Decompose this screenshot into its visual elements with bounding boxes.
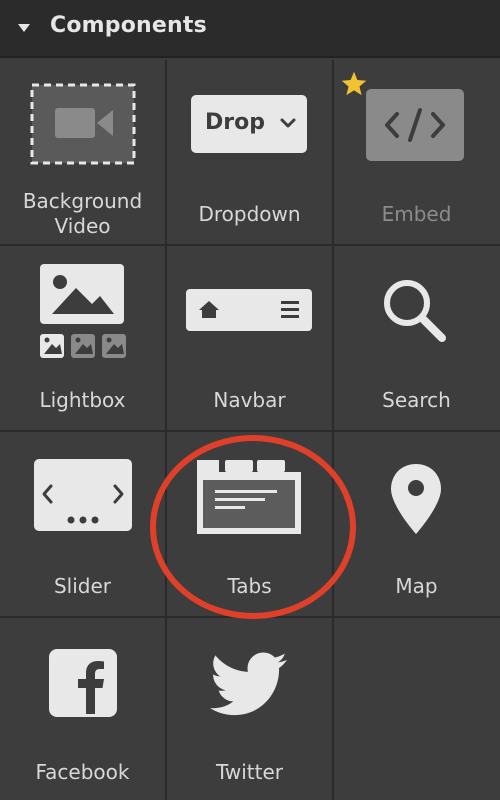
components-grid: Background Video Drop Dropdown Embed Lig… bbox=[0, 60, 500, 800]
component-background-video[interactable]: Background Video bbox=[0, 60, 165, 244]
component-dropdown[interactable]: Drop Dropdown bbox=[167, 60, 332, 244]
component-label: Twitter bbox=[215, 760, 284, 784]
component-label: Facebook bbox=[35, 760, 130, 784]
tabs-icon bbox=[197, 460, 301, 534]
navbar-icon bbox=[186, 289, 312, 331]
caret-down-icon bbox=[18, 24, 30, 32]
slider-icon bbox=[34, 459, 132, 531]
twitter-icon bbox=[209, 652, 287, 716]
component-lightbox[interactable]: Lightbox bbox=[0, 246, 165, 430]
facebook-icon bbox=[49, 649, 117, 717]
component-facebook[interactable]: Facebook bbox=[0, 618, 165, 800]
component-tabs[interactable]: Tabs bbox=[167, 432, 332, 616]
component-map[interactable]: Map bbox=[334, 432, 499, 616]
component-label: Dropdown bbox=[198, 202, 301, 226]
panel-title: Components bbox=[50, 13, 207, 38]
code-icon bbox=[366, 89, 464, 161]
dropdown-icon-text: Drop bbox=[205, 110, 265, 135]
component-label: Lightbox bbox=[39, 388, 126, 412]
component-label: Search bbox=[382, 388, 451, 412]
component-slider[interactable]: Slider bbox=[0, 432, 165, 616]
component-twitter[interactable]: Twitter bbox=[167, 618, 332, 800]
component-label: Background Video bbox=[22, 189, 143, 238]
star-icon bbox=[341, 71, 367, 96]
component-label: Tabs bbox=[227, 574, 272, 598]
component-label: Map bbox=[395, 574, 438, 598]
component-navbar[interactable]: Navbar bbox=[167, 246, 332, 430]
component-label: Navbar bbox=[213, 388, 286, 412]
image-icon bbox=[40, 264, 126, 358]
components-panel: Components Background Video Drop Dropdow… bbox=[0, 0, 500, 800]
component-search[interactable]: Search bbox=[334, 246, 499, 430]
components-header[interactable]: Components bbox=[0, 0, 500, 58]
map-pin-icon bbox=[391, 464, 441, 534]
component-embed[interactable]: Embed bbox=[334, 60, 499, 244]
video-icon bbox=[30, 83, 136, 165]
search-icon bbox=[384, 280, 446, 342]
component-label: Slider bbox=[53, 574, 112, 598]
component-label: Embed bbox=[381, 202, 452, 226]
